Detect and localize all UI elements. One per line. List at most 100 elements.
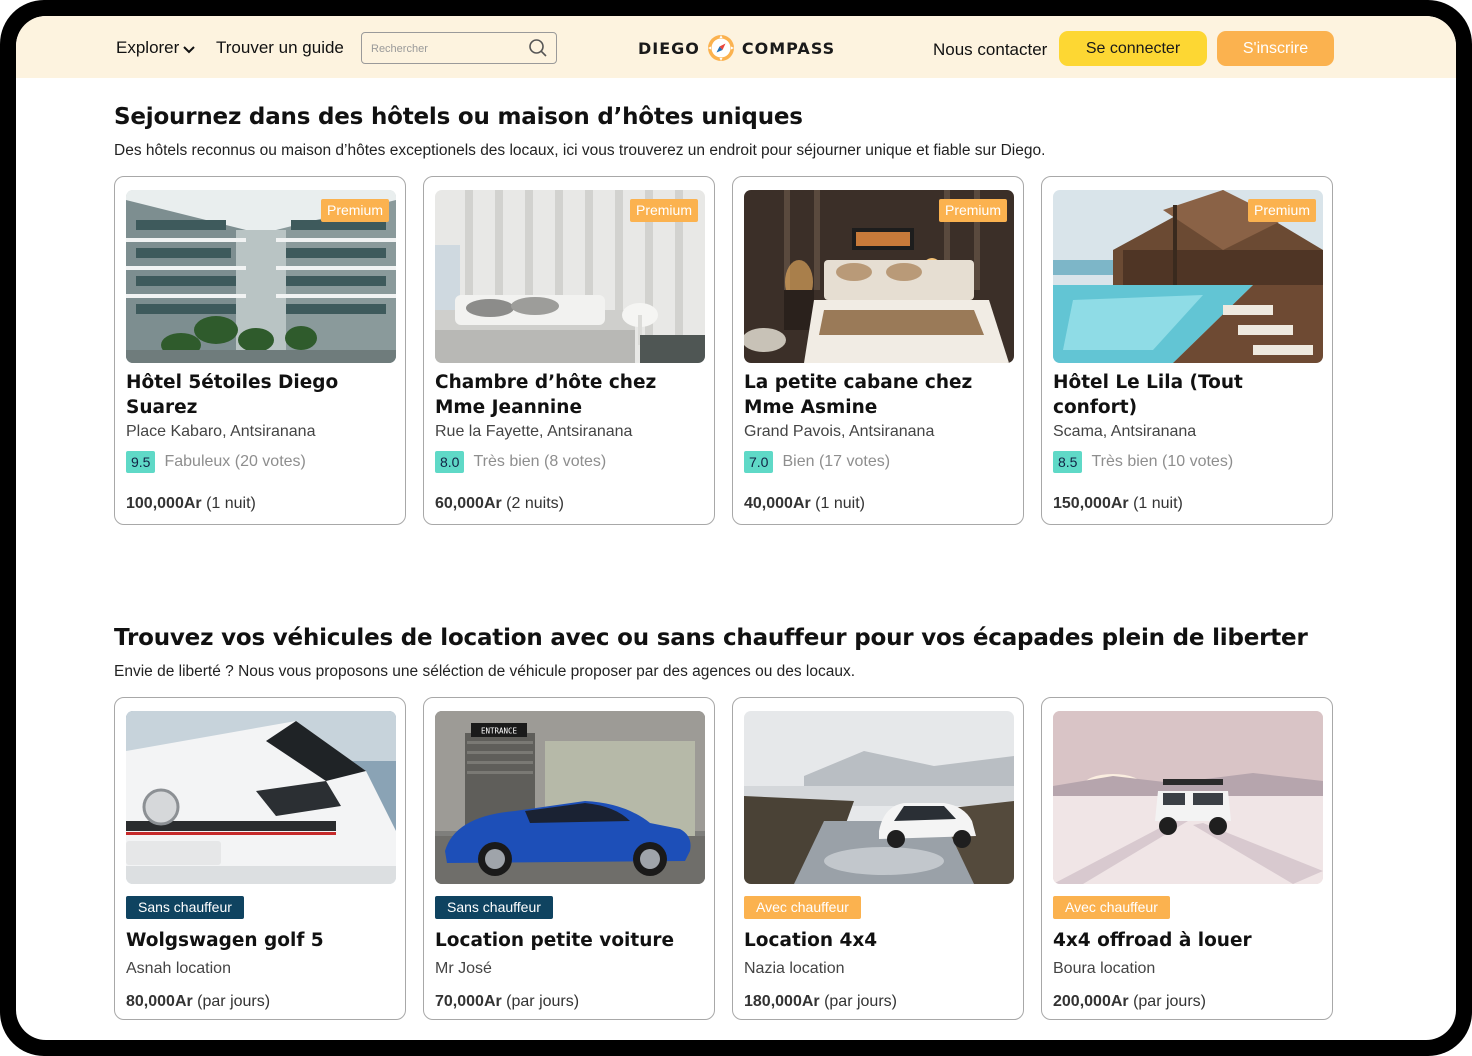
vehicles-section-title: Trouvez vos véhicules de location avec o… [114,625,1308,651]
hotel-price: 150,000Ar (1 nuit) [1053,495,1183,513]
price-duration: (2 nuits) [501,495,564,512]
price-amount: 40,000Ar [744,495,811,512]
hotel-card[interactable]: Premium La petite cabane chez Mme Asmine… [732,176,1024,525]
hotel-name: Hôtel Le Lila (Tout confort) [1053,372,1243,418]
rating-verdict: Bien (17 votes) [782,453,891,470]
price-amount: 60,000Ar [435,495,502,512]
explore-menu[interactable]: Explorer [116,38,196,58]
vehicle-name: Location 4x4 [744,930,878,951]
browser-viewport: Explorer Trouver un guide DIEGO COMPASS … [16,16,1456,1040]
vehicle-photo: ENTRANCE [435,711,705,884]
hotel-name: Hôtel 5étoiles Diego Suarez [126,372,339,418]
hotels-card-list: Premium Hôtel 5étoiles Diego Suarez Plac… [114,176,1333,525]
hotel-rating: 8.5 Très bien (10 votes) [1053,451,1233,473]
hotels-section-title: Sejournez dans des hôtels ou maison d’hô… [114,104,803,130]
premium-badge: Premium [629,199,698,222]
price-amount: 100,000Ar [126,495,202,512]
vehicle-photo [126,711,396,884]
hotel-address: Place Kabaro, Antsiranana [126,423,316,440]
logo-text-left: DIEGO [638,38,700,58]
explore-label: Explorer [116,38,180,57]
hotel-photo: Premium [435,190,705,363]
hotel-card[interactable]: Premium Hôtel 5étoiles Diego Suarez Plac… [114,176,406,525]
driver-option-tag: Sans chauffeur [435,896,553,919]
vehicle-photo [1053,711,1323,884]
driver-option-tag: Sans chauffeur [126,896,244,919]
hotel-price: 60,000Ar (2 nuits) [435,495,564,513]
search-box[interactable] [361,32,557,64]
vehicle-name: Location petite voiture [435,930,675,951]
hotel-rating: 9.5 Fabuleux (20 votes) [126,451,306,473]
price-duration: (1 nuit) [1128,495,1183,512]
premium-badge: Premium [1247,199,1316,222]
rating-score: 9.5 [126,451,156,473]
compass-icon [707,35,734,61]
vehicle-card[interactable]: Avec chauffeur Location 4x4 Nazia locati… [732,697,1024,1020]
vehicle-owner: Nazia location [744,960,845,977]
entrance-sign-text: ENTRANCE [481,727,518,736]
device-frame: Explorer Trouver un guide DIEGO COMPASS … [0,0,1472,1056]
premium-badge: Premium [320,199,389,222]
hotel-photo: Premium [126,190,396,363]
price-amount: 200,000Ar [1053,993,1129,1010]
rating-score: 7.0 [744,451,774,473]
vehicle-name: 4x4 offroad à louer [1053,930,1252,951]
vehicle-price: 180,000Ar (par jours) [744,993,897,1011]
rating-verdict: Très bien (8 votes) [473,453,607,470]
hotel-price: 40,000Ar (1 nuit) [744,495,865,513]
hotel-address: Grand Pavois, Antsiranana [744,423,935,440]
driver-option-tag: Avec chauffeur [1053,896,1170,919]
driver-option-tag: Avec chauffeur [744,896,861,919]
hotel-address: Rue la Fayette, Antsiranana [435,423,633,440]
hotel-name: La petite cabane chez Mme Asmine [744,372,973,418]
vehicle-card[interactable]: ENTRANCE Sans chauffeur Location petite … [423,697,715,1020]
rating-score: 8.5 [1053,451,1083,473]
search-input[interactable] [371,40,521,58]
vehicle-price: 200,000Ar (par jours) [1053,993,1206,1011]
signup-button[interactable]: S'inscrire [1217,31,1334,66]
hotel-photo: Premium [1053,190,1323,363]
price-duration: (1 nuit) [201,495,256,512]
rating-score: 8.0 [435,451,465,473]
price-duration: (par jours) [819,993,897,1010]
price-duration: (1 nuit) [810,495,865,512]
rating-verdict: Très bien (10 votes) [1091,453,1234,470]
vehicle-name: Wolgswagen golf 5 [126,930,324,951]
hotel-rating: 7.0 Bien (17 votes) [744,451,890,473]
rating-verdict: Fabuleux (20 votes) [164,453,306,470]
vehicle-owner: Asnah location [126,960,231,977]
hotel-card[interactable]: Premium Hôtel Le Lila (Tout confort) Sca… [1041,176,1333,525]
hotel-address: Scama, Antsiranana [1053,423,1197,440]
login-button[interactable]: Se connecter [1059,31,1207,66]
price-amount: 80,000Ar [126,993,193,1010]
search-icon[interactable] [528,38,548,58]
contact-link[interactable]: Nous contacter [933,40,1047,60]
price-duration: (par jours) [1128,993,1206,1010]
site-logo[interactable]: DIEGO COMPASS [638,33,835,63]
vehicle-price: 80,000Ar (par jours) [126,993,270,1011]
hotels-section-subtitle: Des hôtels reconnus ou maison d’hôtes ex… [114,142,1046,159]
hotel-rating: 8.0 Très bien (8 votes) [435,451,606,473]
logo-text-right: COMPASS [741,38,836,58]
hotel-price: 100,000Ar (1 nuit) [126,495,256,513]
find-guide-link[interactable]: Trouver un guide [216,38,344,58]
premium-badge: Premium [938,199,1007,222]
price-duration: (par jours) [501,993,580,1010]
price-amount: 150,000Ar [1053,495,1129,512]
vehicle-card[interactable]: Sans chauffeur Wolgswagen golf 5 Asnah l… [114,697,406,1020]
hotel-photo: Premium [744,190,1014,363]
vehicle-owner: Boura location [1053,960,1156,977]
top-navigation-bar: Explorer Trouver un guide DIEGO COMPASS … [16,16,1456,78]
vehicle-photo [744,711,1014,884]
vehicle-price: 70,000Ar (par jours) [435,993,579,1011]
price-amount: 180,000Ar [744,993,820,1010]
price-duration: (par jours) [192,993,271,1010]
vehicle-owner: Mr José [435,960,492,977]
hotel-card[interactable]: Premium Chambre d’hôte chez Mme Jeannine… [423,176,715,525]
vehicles-card-list: Sans chauffeur Wolgswagen golf 5 Asnah l… [114,697,1333,1020]
vehicles-section-subtitle: Envie de liberté ? Nous vous proposons u… [114,663,856,680]
vehicle-card[interactable]: Avec chauffeur 4x4 offroad à louer Boura… [1041,697,1333,1020]
chevron-down-icon [183,45,196,53]
hotel-name: Chambre d’hôte chez Mme Jeannine [435,372,657,418]
price-amount: 70,000Ar [435,993,502,1010]
